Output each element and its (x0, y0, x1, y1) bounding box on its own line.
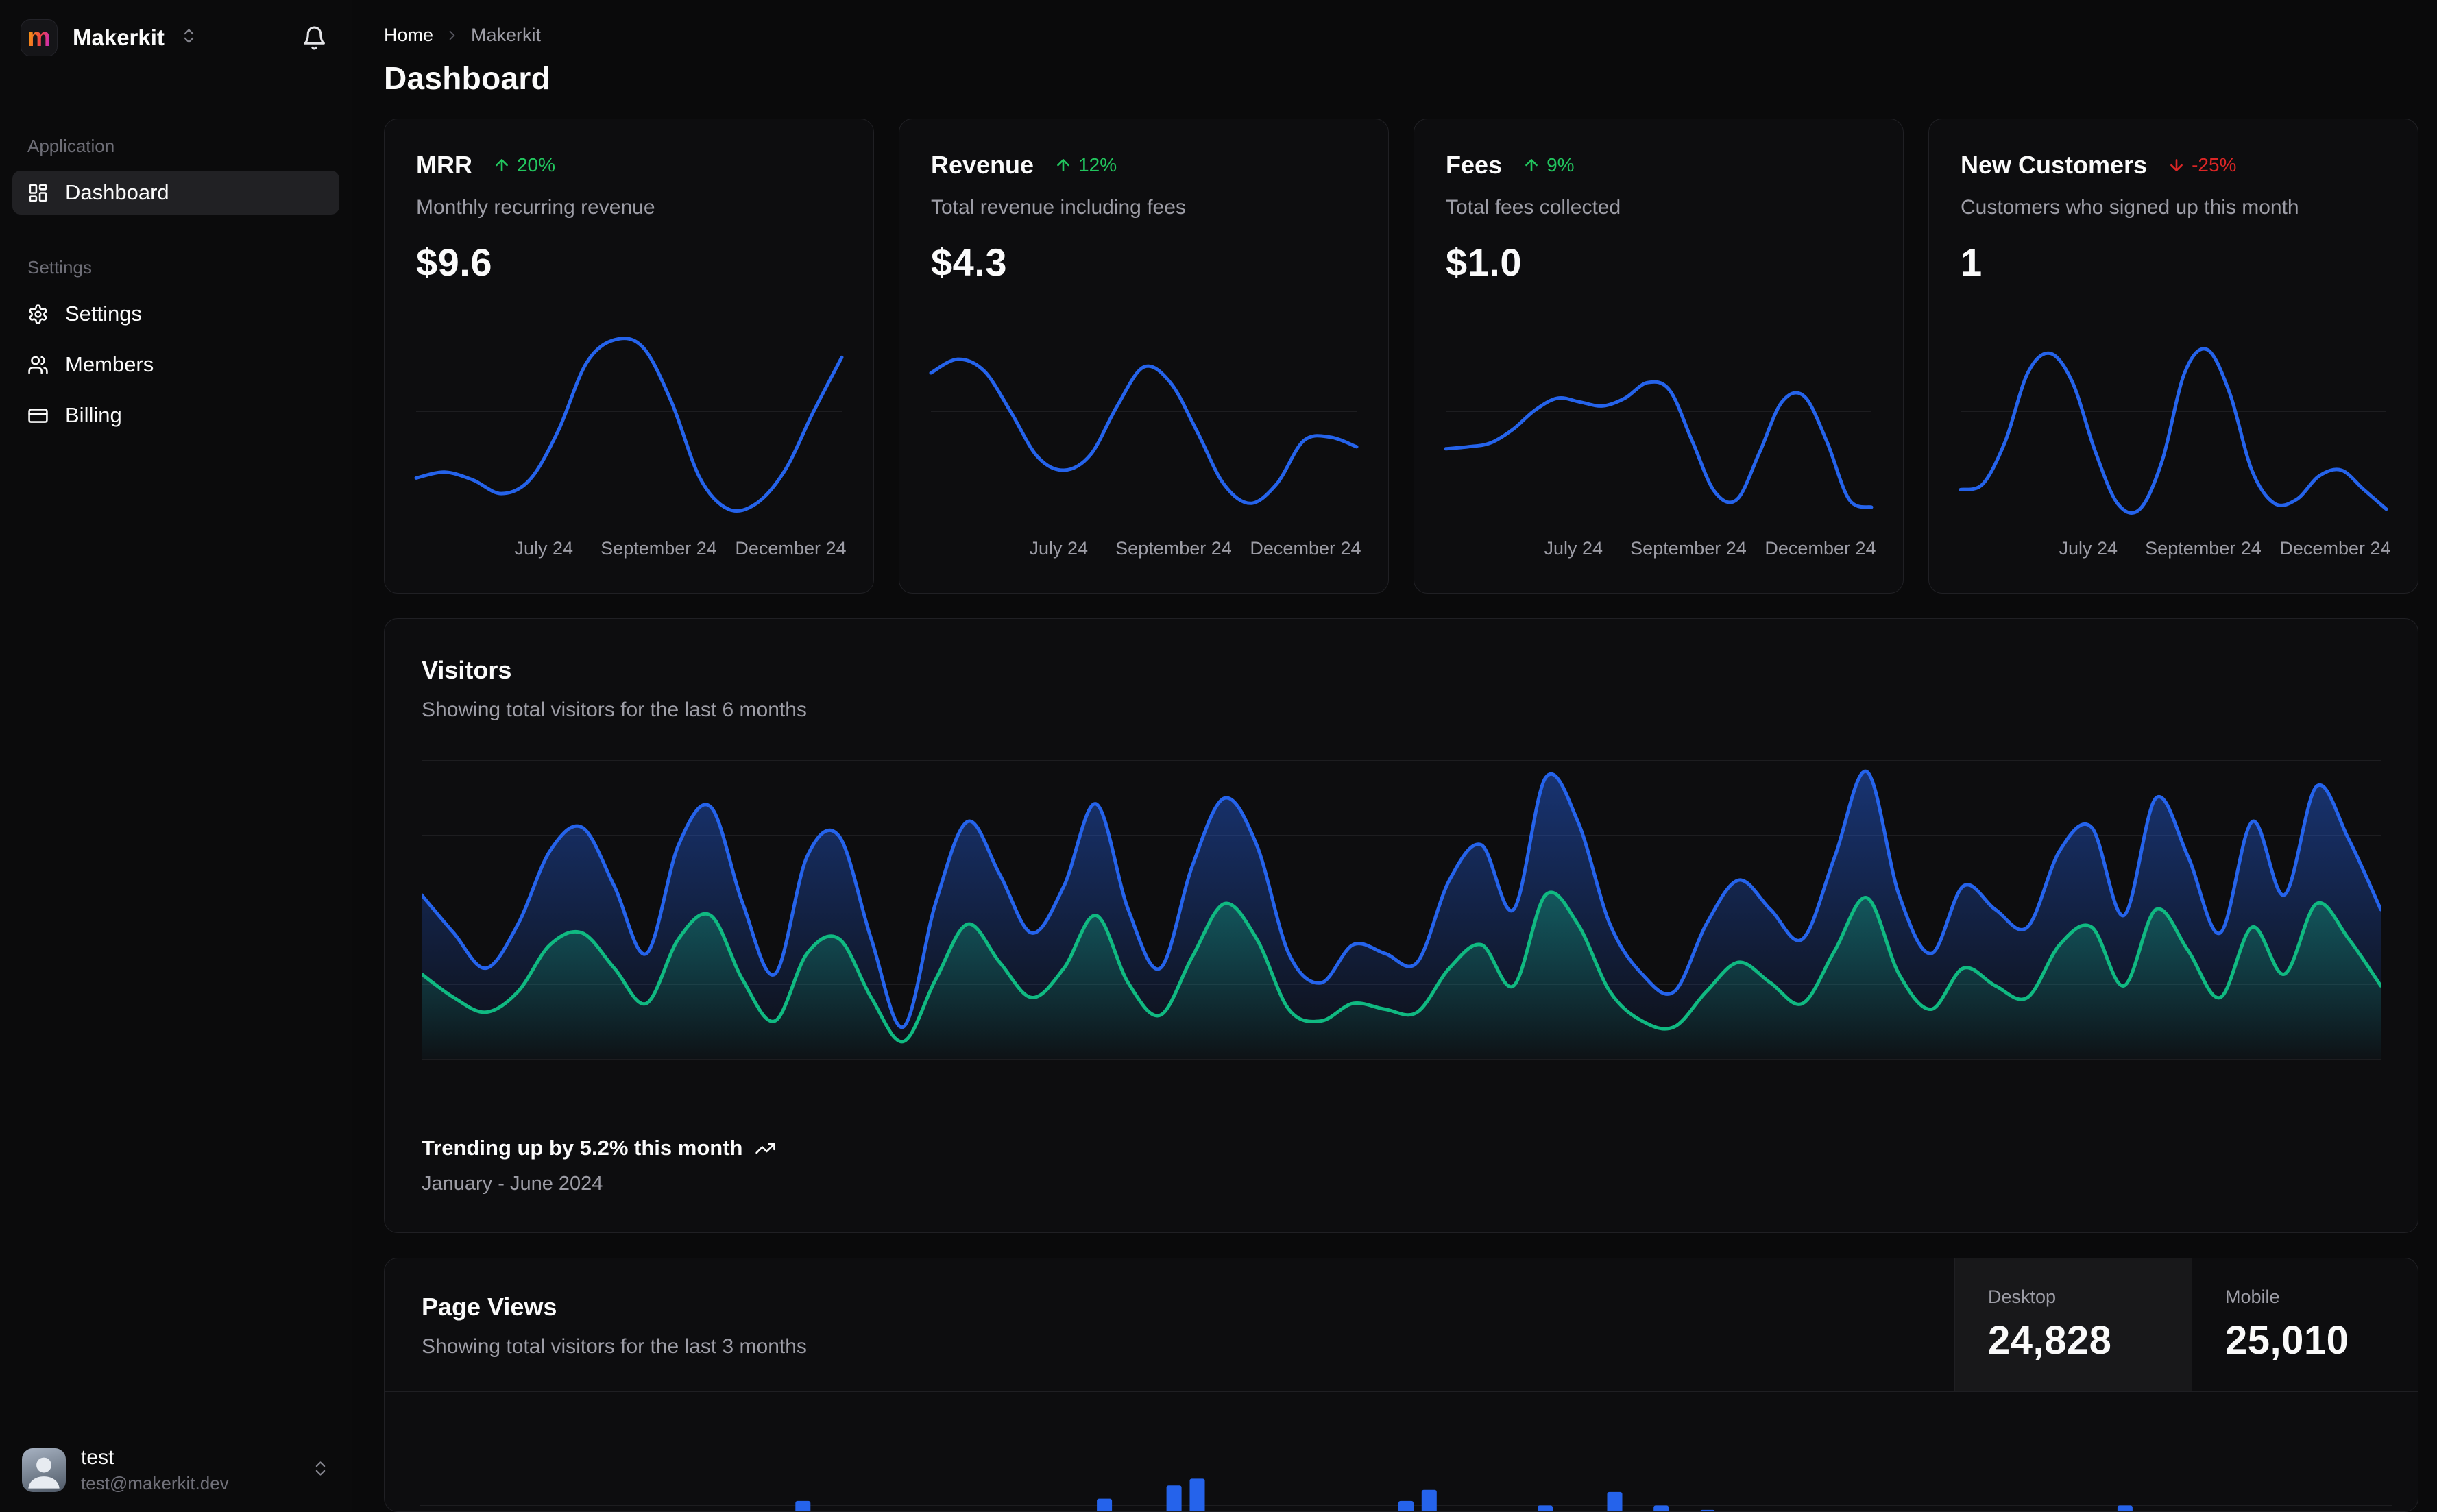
mrr-sparkline-chart (414, 337, 844, 513)
notifications-button[interactable] (298, 21, 331, 55)
breadcrumb-home-link[interactable]: Home (384, 25, 433, 46)
section-label-settings: Settings (27, 257, 92, 278)
arrow-down-icon (2170, 159, 2183, 171)
chevrons-up-down-icon (311, 1459, 330, 1481)
toggle-label: Desktop (1988, 1287, 2057, 1307)
trend-badge: -25% (2168, 154, 2236, 176)
fees-sparkline-chart (1444, 380, 1874, 509)
user-email: test@makerkit.dev (81, 1473, 229, 1493)
credit-card-icon (27, 405, 49, 426)
arrow-up-icon (1525, 159, 1538, 171)
sparkline-x-axis: July 24 September 24 December 24 (1544, 538, 1876, 559)
stat-title: MRR (416, 151, 472, 179)
trend-badge: 9% (1523, 154, 1575, 176)
workspace-name: Makerkit (73, 25, 165, 50)
arrow-up-icon (1057, 159, 1069, 171)
user-name: test (81, 1446, 114, 1469)
trend-badge: 20% (493, 154, 555, 176)
sparkline-x-axis: July 24 September 24 December 24 (2059, 538, 2391, 559)
stat-card-mrr: MRR 20% Monthly recurring revenue $9.6 J… (384, 119, 874, 594)
workspace-switcher[interactable]: m Makerkit (0, 0, 352, 70)
sidebar-item-members[interactable]: Members (12, 343, 339, 387)
toggle-label: Mobile (2225, 1287, 2280, 1307)
breadcrumb-current: Makerkit (471, 25, 542, 45)
visitors-subtitle: Showing total visitors for the last 6 mo… (422, 698, 807, 721)
visitors-trend-line: Trending up by 5.2% this month (422, 1136, 2381, 1160)
toggle-value: 25,010 (2225, 1318, 2349, 1363)
revenue-sparkline-chart (929, 357, 1359, 505)
chevron-right-icon (444, 27, 460, 43)
toggle-desktop[interactable]: Desktop 24,828 (1954, 1258, 2192, 1391)
new-customers-sparkline-chart (1959, 347, 2388, 515)
stat-value: $9.6 (416, 241, 492, 284)
sidebar-item-label: Settings (65, 302, 143, 326)
sparkline-x-axis: July 24 September 24 December 24 (514, 538, 847, 559)
stat-subtitle: Customers who signed up this month (1961, 196, 2299, 219)
arrow-up-icon (496, 159, 508, 171)
visitors-title: Visitors (422, 656, 512, 684)
gear-icon (27, 304, 49, 325)
bell-icon (302, 25, 327, 51)
stat-subtitle: Total fees collected (1446, 196, 1621, 219)
stat-card-new-customers: New Customers -25% Customers who signed … (1928, 119, 2418, 594)
gridline (422, 1059, 2381, 1060)
stat-value: $1.0 (1446, 241, 1522, 284)
avatar (22, 1448, 66, 1492)
stat-title: Fees (1446, 151, 1503, 179)
visitors-area-chart (422, 769, 2381, 1059)
toggle-value: 24,828 (1988, 1318, 2112, 1363)
stat-subtitle: Monthly recurring revenue (416, 196, 655, 219)
stat-title: Revenue (931, 151, 1034, 179)
app-root: m Makerkit Application Dashboard Setting… (0, 0, 2437, 1512)
users-icon (27, 354, 49, 376)
page-views-card: Page Views Showing total visitors for th… (384, 1258, 2418, 1512)
section-label-application: Application (27, 136, 115, 156)
page-title: Dashboard (384, 60, 550, 96)
visitors-date-range: January - June 2024 (422, 1173, 603, 1195)
user-menu[interactable]: test test@makerkit.dev (0, 1428, 352, 1512)
dashboard-icon (27, 182, 49, 204)
page-views-bar-chart (795, 1478, 2133, 1511)
page-views-toggle-group: Desktop 24,828 Mobile 25,010 (1954, 1258, 2418, 1391)
page-views-title: Page Views (422, 1293, 557, 1321)
page-views-subtitle: Showing total visitors for the last 3 mo… (422, 1335, 807, 1358)
stat-card-revenue: Revenue 12% Total revenue including fees… (899, 119, 1389, 594)
main-content: Home Makerkit Dashboard MRR 20% Monthly … (352, 0, 2437, 1512)
trending-up-icon (755, 1143, 776, 1154)
sidebar-item-label: Billing (65, 403, 122, 427)
sidebar: m Makerkit Application Dashboard Setting… (0, 0, 352, 1512)
stat-card-fees: Fees 9% Total fees collected $1.0 July 2… (1414, 119, 1904, 594)
stat-value: 1 (1961, 241, 1983, 284)
chevrons-up-down-icon (180, 27, 198, 49)
sidebar-item-label: Members (65, 352, 154, 376)
breadcrumb: Home Makerkit (384, 25, 2418, 46)
toggle-mobile[interactable]: Mobile 25,010 (2192, 1258, 2418, 1391)
trend-badge: 12% (1054, 154, 1117, 176)
stat-value: $4.3 (931, 241, 1007, 284)
stat-subtitle: Total revenue including fees (931, 196, 1186, 219)
sidebar-item-billing[interactable]: Billing (12, 393, 339, 437)
visitors-card: Visitors Showing total visitors for the … (384, 618, 2418, 1233)
sparkline-x-axis: July 24 September 24 December 24 (1029, 538, 1361, 559)
sidebar-item-settings[interactable]: Settings (12, 292, 339, 336)
makerkit-logo: m (21, 19, 58, 56)
sidebar-nav: Application Dashboard Settings Settings (0, 70, 352, 444)
stat-title: New Customers (1961, 151, 2148, 179)
sidebar-item-label: Dashboard (65, 180, 169, 204)
stat-cards-row: MRR 20% Monthly recurring revenue $9.6 J… (384, 119, 2418, 594)
sidebar-item-dashboard[interactable]: Dashboard (12, 171, 339, 215)
